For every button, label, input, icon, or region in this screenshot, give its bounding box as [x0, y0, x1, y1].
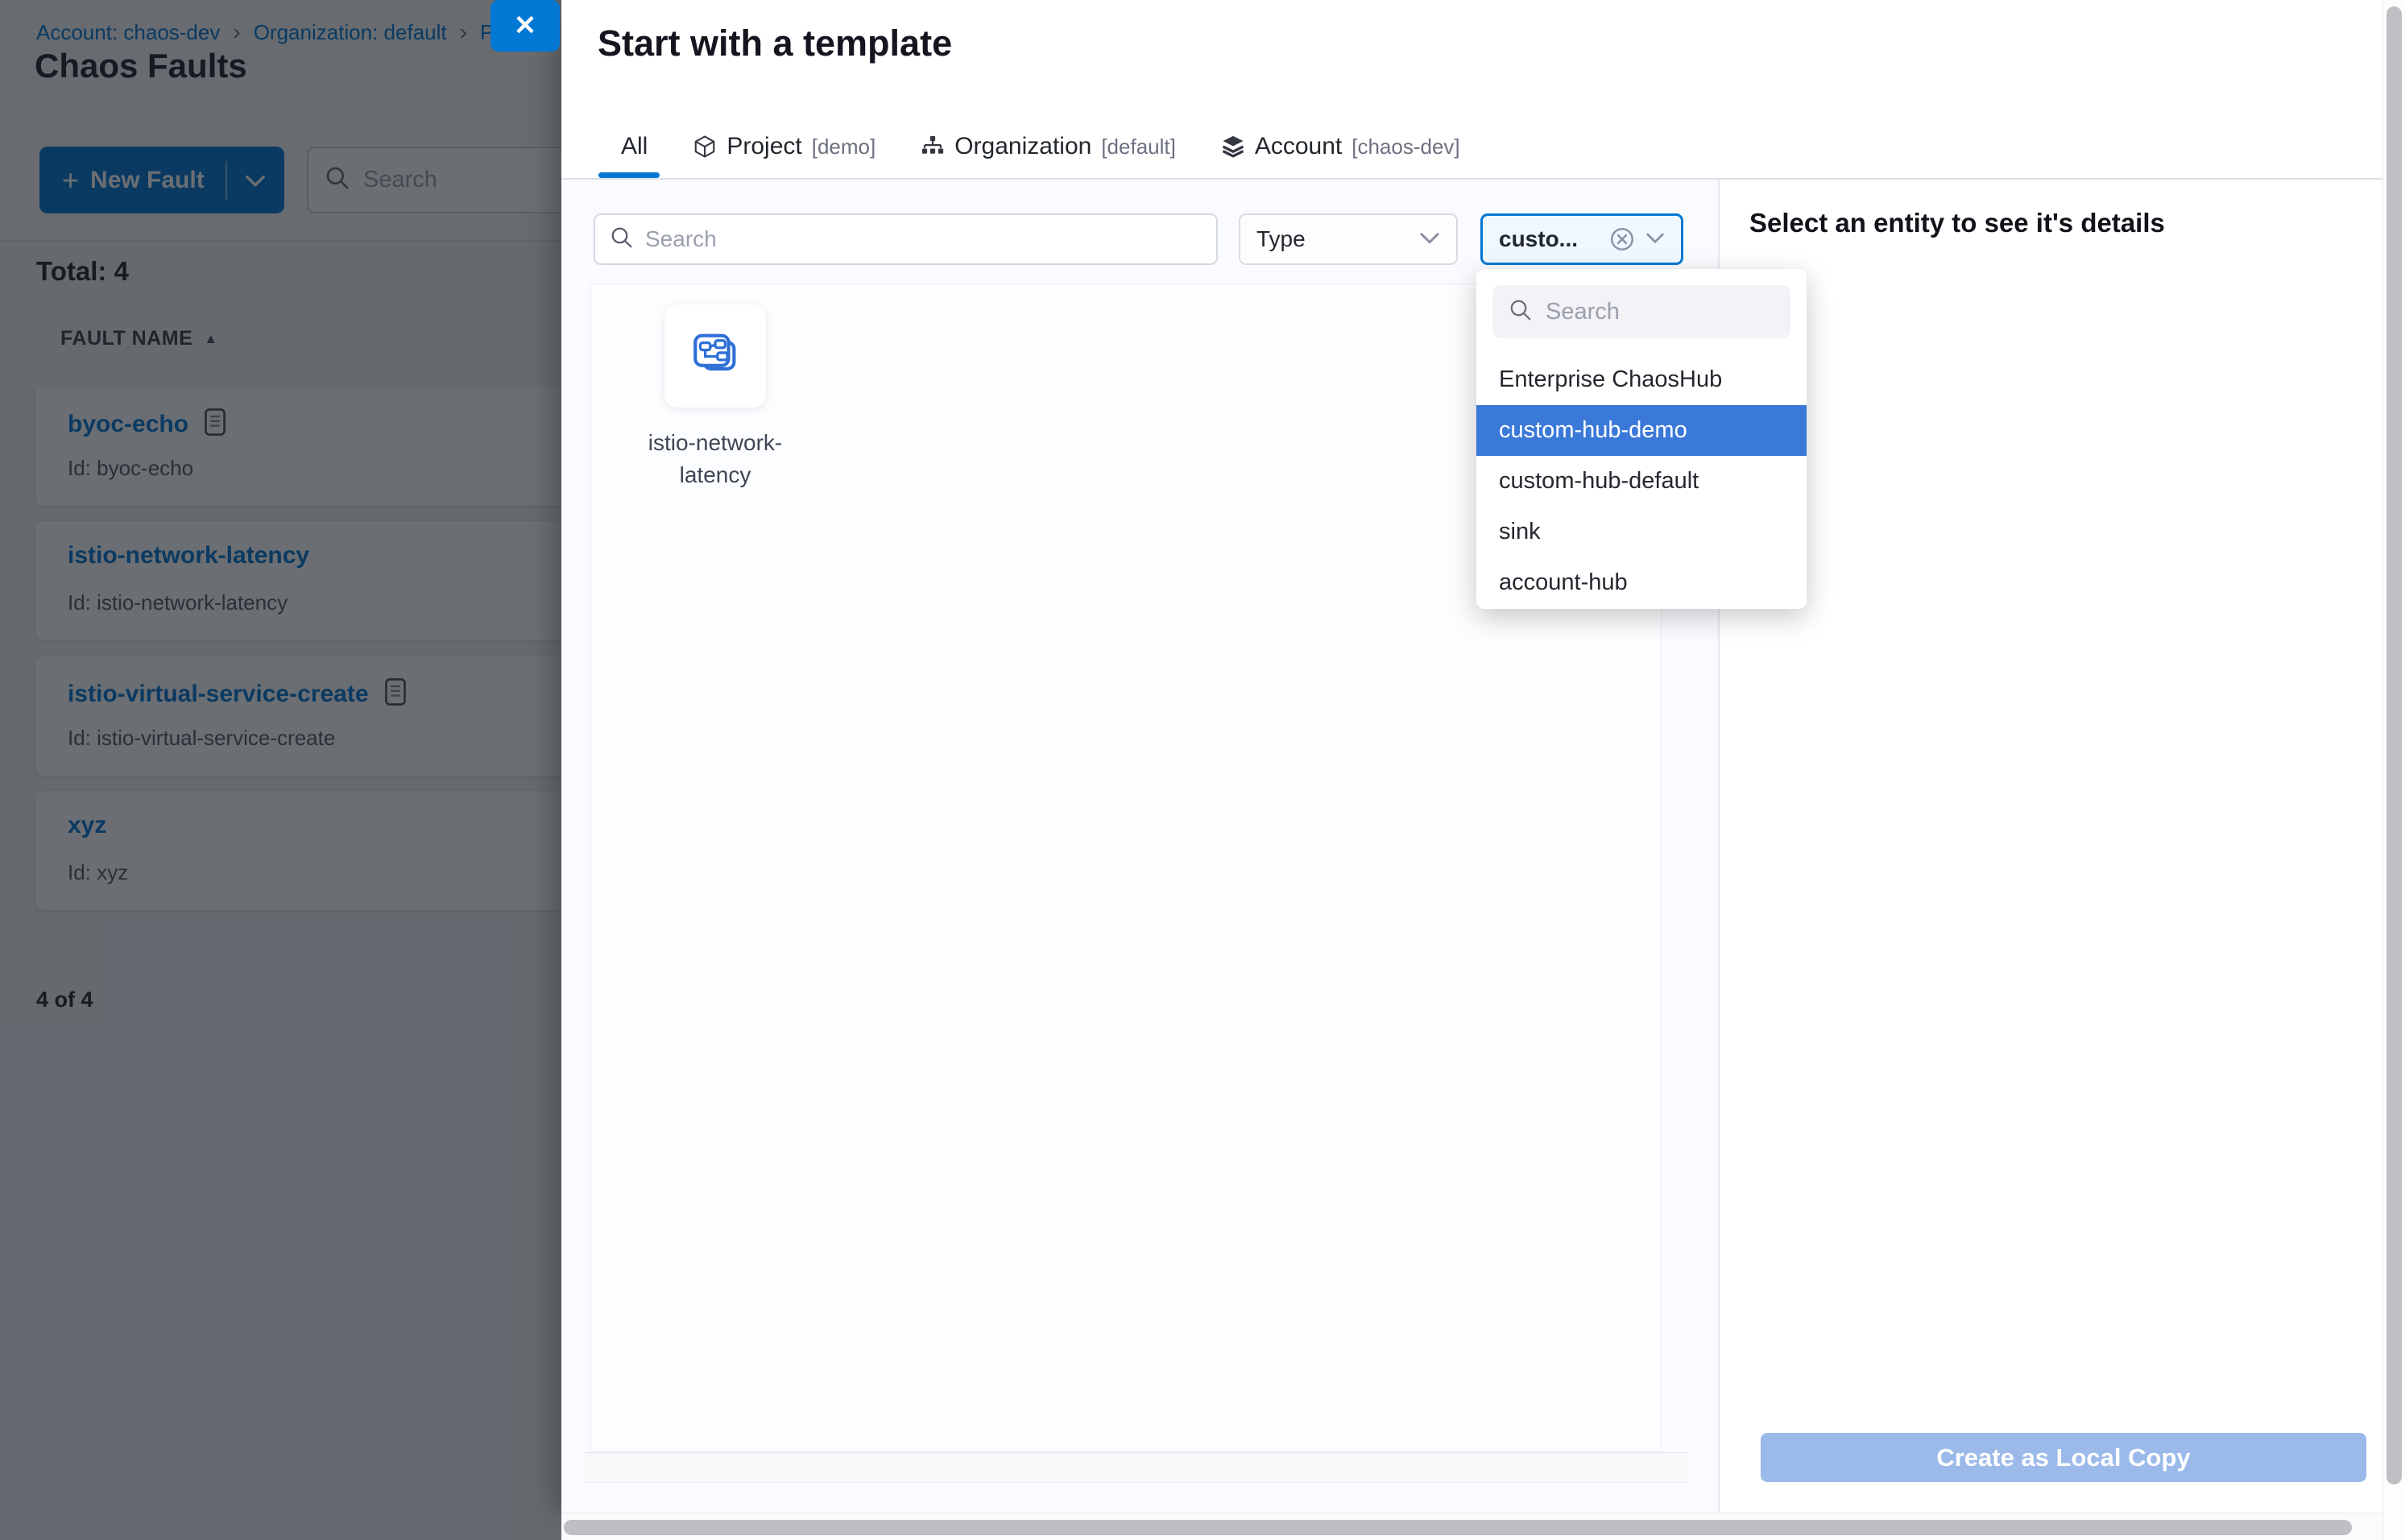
template-search-box[interactable] [594, 213, 1218, 265]
horizontal-scrollbar[interactable] [561, 1513, 2405, 1540]
vertical-scrollbar[interactable] [2382, 0, 2405, 1540]
tab-scope-badge: [default] [1101, 135, 1176, 159]
layers-icon [1221, 135, 1245, 159]
menu-item-custom-hub-demo[interactable]: custom-hub-demo [1476, 405, 1807, 456]
tab-account[interactable]: Account [chaos-dev] [1221, 133, 1460, 160]
menu-item-custom-hub-default[interactable]: custom-hub-default [1476, 456, 1807, 507]
tab-scope-badge: [demo] [812, 135, 876, 159]
template-search-input[interactable] [645, 226, 1145, 252]
horizontal-scrollbar-thumb[interactable] [564, 1520, 2352, 1535]
start-with-template-modal: ✕ Start with a template All Project [dem… [561, 0, 2382, 1513]
type-filter-select[interactable]: Type [1239, 213, 1458, 265]
create-as-local-copy-button[interactable]: Create as Local Copy [1761, 1433, 2366, 1482]
details-placeholder-text: Select an entity to see it's details [1749, 208, 2165, 238]
modal-title: Start with a template [598, 23, 952, 64]
type-filter-label: Type [1256, 226, 1419, 252]
template-icon [689, 328, 742, 385]
chaoshub-filter-value: custo... [1499, 226, 1608, 252]
tab-label: Project [726, 133, 801, 160]
menu-item-account-hub[interactable]: account-hub [1476, 557, 1807, 608]
tab-label: Account [1255, 133, 1342, 160]
tab-organization[interactable]: Organization [default] [921, 133, 1176, 160]
chaoshub-dropdown-menu: Enterprise ChaosHub custom-hub-demo cust… [1476, 269, 1807, 609]
template-card-label[interactable]: istio-network-latency [624, 427, 806, 491]
cube-icon [693, 135, 717, 159]
template-card-istio-network-latency[interactable] [664, 304, 766, 408]
chevron-down-icon [1419, 230, 1440, 249]
menu-item-enterprise-chaoshub[interactable]: Enterprise ChaosHub [1476, 354, 1807, 405]
search-icon [610, 226, 634, 254]
menu-item-sink[interactable]: sink [1476, 507, 1807, 557]
active-tab-indicator [598, 172, 660, 178]
chaoshub-filter-select[interactable]: custo... [1480, 213, 1683, 265]
clear-filter-icon[interactable] [1608, 226, 1636, 253]
vertical-scrollbar-thumb[interactable] [2386, 6, 2402, 1484]
chevron-down-icon [1645, 231, 1665, 248]
hierarchy-icon [921, 135, 945, 159]
tab-label: All [621, 133, 648, 160]
tab-label: Organization [954, 133, 1091, 160]
tab-project[interactable]: Project [demo] [693, 133, 875, 160]
scope-tabs: All Project [demo] Organization [default… [621, 121, 1460, 172]
close-button[interactable]: ✕ [491, 0, 560, 52]
tab-scope-badge: [chaos-dev] [1352, 135, 1459, 159]
tab-all[interactable]: All [621, 133, 648, 160]
search-icon [1509, 298, 1533, 326]
close-icon: ✕ [514, 10, 537, 41]
dropdown-search-input[interactable] [1546, 299, 1771, 325]
dropdown-search-box[interactable] [1492, 285, 1790, 338]
grid-footer-strip [583, 1452, 1687, 1483]
